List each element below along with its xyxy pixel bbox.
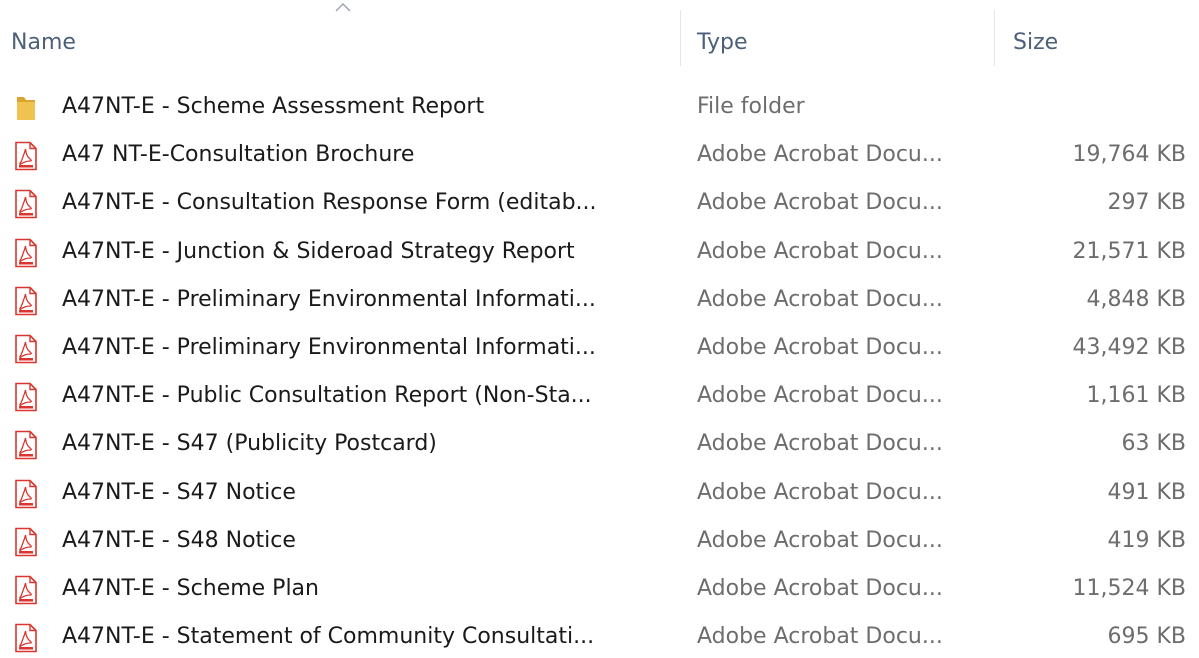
file-type: Adobe Acrobat Docu... [697,142,943,168]
file-row[interactable]: A47NT-E - S47 (Publicity Postcard) Adobe … [0,421,1199,469]
file-type: Adobe Acrobat Docu... [697,190,943,216]
file-size: 19,764 KB [1072,142,1187,168]
pdf-icon [13,430,39,460]
file-row[interactable]: A47NT-E - Scheme Plan Adobe Acrobat Docu.… [0,566,1199,614]
file-type: Adobe Acrobat Docu... [697,527,943,553]
file-row[interactable]: A47NT-E - Preliminary Environmental Info… [0,277,1199,325]
pdf-icon [13,189,39,219]
file-name[interactable]: A47NT-E - S47 Notice [62,480,296,505]
file-size: 63 KB [1121,431,1186,457]
file-name[interactable]: A47NT-E - Preliminary Environmental Info… [62,287,596,312]
file-explorer-list: Name Type Size A47NT-E - Scheme Assessme… [0,0,1199,658]
pdf-icon [13,527,39,557]
pdf-icon [13,623,39,653]
file-name[interactable]: A47NT-E - Scheme Plan [62,576,319,601]
file-size: 11,524 KB [1072,575,1187,601]
file-size: 43,492 KB [1072,334,1187,360]
file-row[interactable]: A47NT-E - Junction & Sideroad Strategy R… [0,229,1199,277]
file-row[interactable]: A47NT-E - Preliminary Environmental Info… [0,325,1199,373]
file-name[interactable]: A47NT-E - Preliminary Environmental Info… [62,335,596,360]
file-type: Adobe Acrobat Docu... [697,286,943,312]
file-size: 419 KB [1107,527,1186,553]
file-name[interactable]: A47NT-E - S48 Notice [62,528,296,553]
file-name[interactable]: A47 NT-E-Consultation Brochure [62,142,414,167]
column-header-type[interactable]: Type [680,0,994,78]
pdf-icon [13,575,39,605]
file-type: Adobe Acrobat Docu... [697,575,943,601]
column-header-bar: Name Type Size [0,0,1199,78]
file-size: 297 KB [1107,190,1186,216]
pdf-icon [13,334,39,364]
pdf-icon [13,141,39,171]
file-row[interactable]: A47NT-E - Public Consultation Report (No… [0,373,1199,421]
file-size: 491 KB [1107,479,1186,505]
file-name[interactable]: A47NT-E - S47 (Publicity Postcard) [62,431,437,456]
file-name[interactable]: A47NT-E - Consultation Response Form (ed… [62,190,597,215]
file-row[interactable]: A47NT-E - S47 Notice Adobe Acrobat Docu..… [0,470,1199,518]
file-list: A47NT-E - Scheme Assessment Report File f… [0,84,1199,658]
pdf-icon [13,382,39,412]
file-name[interactable]: A47NT-E - Scheme Assessment Report [62,94,484,119]
file-type: Adobe Acrobat Docu... [697,624,943,650]
file-size: 1,161 KB [1086,383,1187,409]
file-type: Adobe Acrobat Docu... [697,479,943,505]
pdf-icon [13,286,39,316]
file-type: Adobe Acrobat Docu... [697,238,943,264]
file-name[interactable]: A47NT-E - Public Consultation Report (No… [62,383,592,408]
file-row[interactable]: A47 NT-E-Consultation Brochure Adobe Acro… [0,132,1199,180]
file-row[interactable]: A47NT-E - Statement of Community Consult… [0,614,1199,658]
pdf-icon [13,238,39,268]
file-name[interactable]: A47NT-E - Statement of Community Consult… [62,624,594,649]
file-row[interactable]: A47NT-E - Scheme Assessment Report File f… [0,84,1199,132]
sort-ascending-icon [335,3,351,12]
pdf-icon [13,479,39,509]
file-type: Adobe Acrobat Docu... [697,334,943,360]
file-size: 21,571 KB [1072,238,1187,264]
file-row[interactable]: A47NT-E - S48 Notice Adobe Acrobat Docu..… [0,518,1199,566]
column-header-size-label: Size [1013,30,1059,55]
file-type: Adobe Acrobat Docu... [697,383,943,409]
column-header-name[interactable]: Name [0,0,680,78]
file-type: Adobe Acrobat Docu... [697,431,943,457]
file-type: File folder [697,94,805,119]
file-size: 695 KB [1107,624,1186,650]
column-header-size[interactable]: Size [994,0,1199,78]
column-header-type-label: Type [697,30,748,55]
file-row[interactable]: A47NT-E - Consultation Response Form (ed… [0,180,1199,228]
file-name[interactable]: A47NT-E - Junction & Sideroad Strategy R… [62,239,575,264]
column-header-name-label: Name [11,30,76,55]
folder-icon [13,93,39,123]
file-size: 4,848 KB [1086,286,1187,312]
